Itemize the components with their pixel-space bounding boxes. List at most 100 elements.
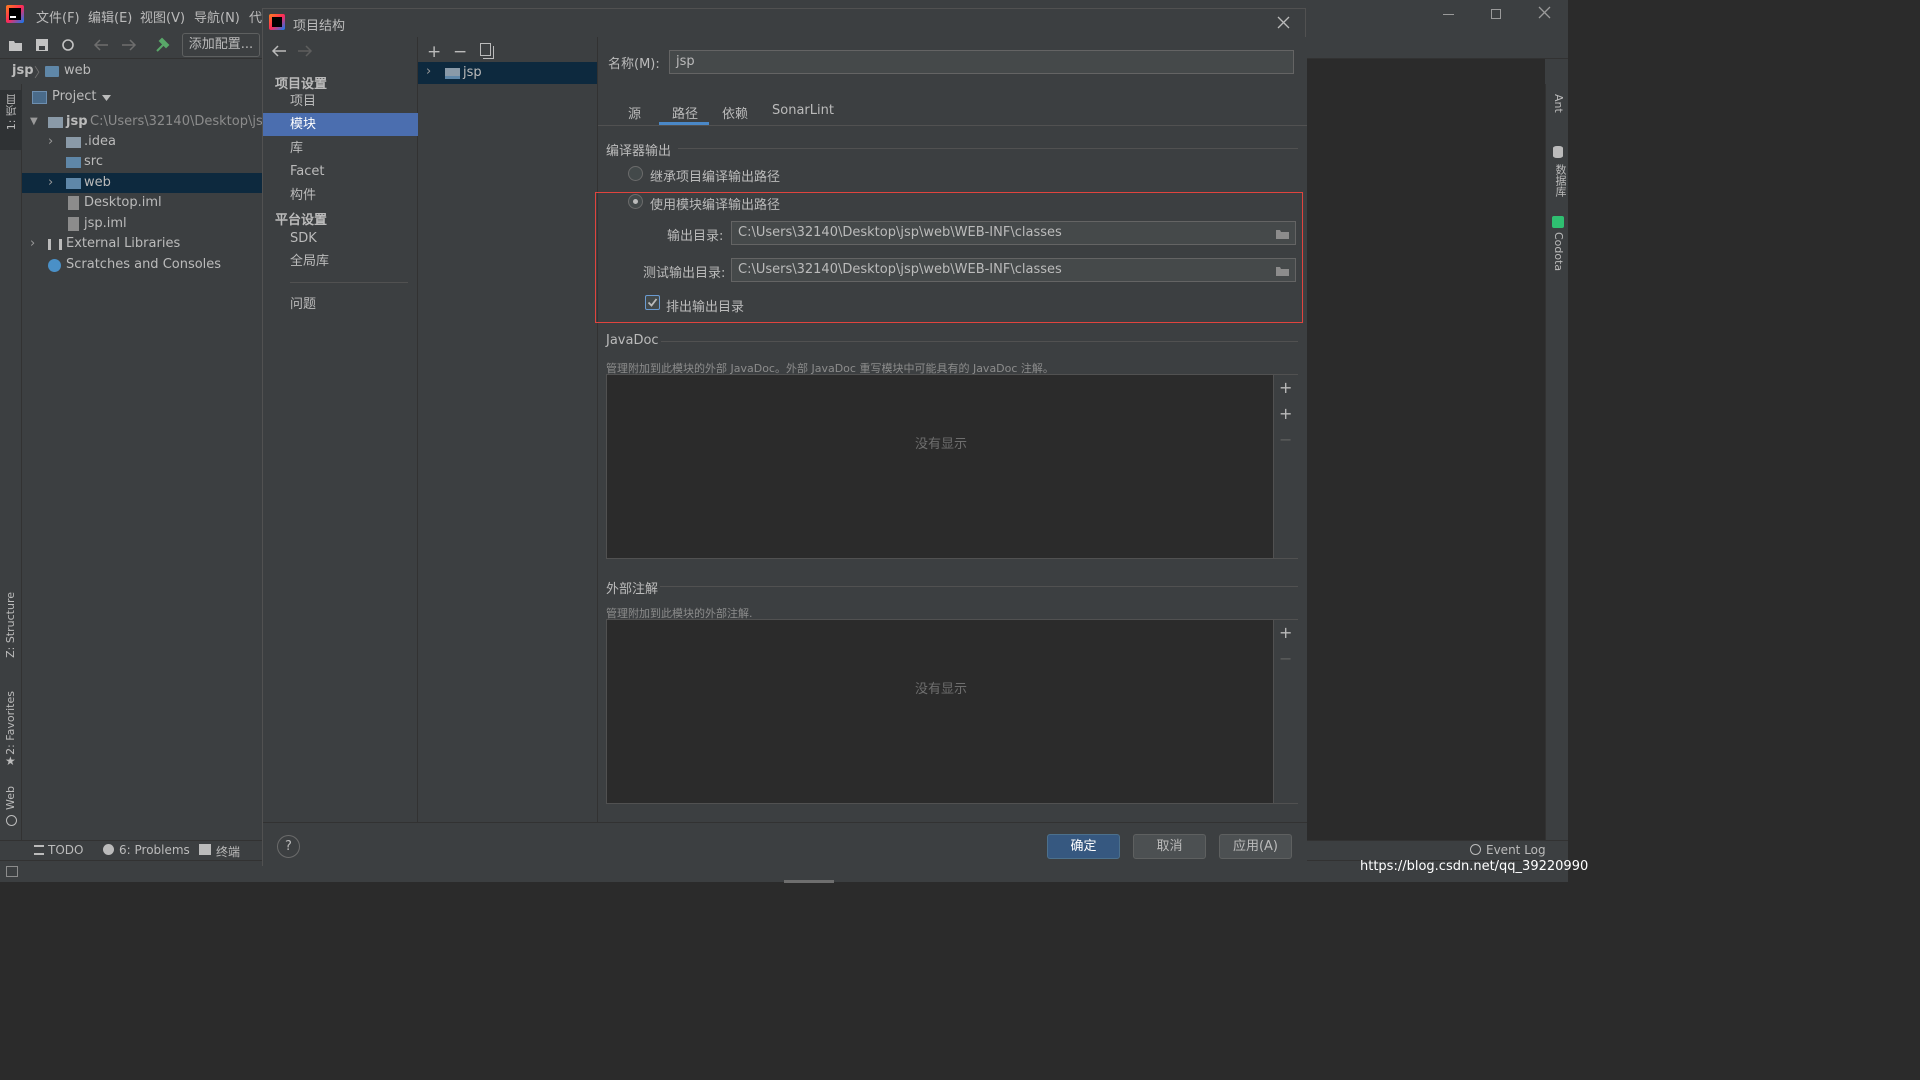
project-tool-tab[interactable]: 1: 项目 bbox=[0, 90, 22, 150]
tab-paths[interactable]: 路径 bbox=[672, 103, 698, 122]
annotations-list[interactable]: 没有显示 + − bbox=[606, 619, 1298, 804]
add-icon[interactable]: + bbox=[427, 42, 441, 62]
output-dir-field[interactable]: C:\Users\32140\Desktop\jsp\web\WEB-INF\c… bbox=[731, 221, 1296, 245]
copy-icon[interactable] bbox=[480, 43, 491, 56]
nav-item-modules[interactable]: 模块 bbox=[263, 113, 418, 136]
module-settings-panel: 名称(M): jsp 源 路径 依赖 SonarLint 编译器输出 继承项目编… bbox=[595, 37, 1307, 822]
add-configuration-button[interactable]: 添加配置... bbox=[182, 33, 260, 57]
chevron-down-icon[interactable] bbox=[102, 95, 111, 101]
tree-label: web bbox=[84, 175, 111, 190]
menu-file[interactable]: 文件(F) bbox=[36, 7, 80, 26]
menu-code[interactable]: 代 bbox=[249, 7, 262, 26]
remove-icon[interactable]: − bbox=[1279, 649, 1292, 668]
nav-item-project[interactable]: 项目 bbox=[263, 90, 418, 113]
todo-tool-tab[interactable]: TODO bbox=[48, 843, 83, 857]
use-module-output-radio[interactable] bbox=[628, 194, 643, 209]
expand-arrow-icon[interactable]: › bbox=[48, 173, 53, 193]
module-name-field[interactable]: jsp bbox=[669, 50, 1294, 74]
codota-tool-tab[interactable]: Codota bbox=[1552, 232, 1565, 271]
browse-folder-icon[interactable] bbox=[1275, 228, 1290, 240]
output-dir-label: 输出目录: bbox=[667, 229, 724, 244]
nav-forward-icon[interactable] bbox=[297, 45, 313, 57]
forward-icon[interactable] bbox=[121, 39, 137, 51]
breadcrumb-root[interactable]: jsp bbox=[12, 63, 34, 78]
nav-item-artifacts[interactable]: 构件 bbox=[263, 184, 418, 207]
iml-file-icon bbox=[68, 196, 79, 210]
tree-item-desktop-iml[interactable]: Desktop.iml bbox=[22, 193, 262, 213]
ok-button[interactable]: 确定 bbox=[1047, 834, 1120, 859]
event-log-tool-tab[interactable]: Event Log bbox=[1486, 843, 1546, 857]
back-icon[interactable] bbox=[93, 39, 109, 51]
ant-tool-tab[interactable]: Ant bbox=[1552, 94, 1565, 113]
web-tool-tab[interactable]: Web bbox=[4, 786, 17, 810]
help-button[interactable]: ? bbox=[277, 835, 300, 858]
tree-item-jsp[interactable]: ▼ jsp C:\Users\32140\Desktop\jsp bbox=[22, 112, 271, 132]
menu-navigate[interactable]: 导航(N) bbox=[194, 7, 240, 26]
layout-toggle-icon[interactable] bbox=[6, 866, 18, 877]
nav-item-facets[interactable]: Facet bbox=[263, 160, 418, 183]
breadcrumb-child[interactable]: web bbox=[64, 63, 91, 78]
cancel-button[interactable]: 取消 bbox=[1133, 834, 1206, 859]
right-tool-strip: Ant 数据库 Codota bbox=[1545, 84, 1568, 844]
database-tool-tab[interactable]: 数据库 bbox=[1552, 164, 1568, 197]
remove-icon[interactable]: − bbox=[453, 42, 467, 62]
test-output-dir-field[interactable]: C:\Users\32140\Desktop\jsp\web\WEB-INF\c… bbox=[731, 258, 1296, 282]
add-icon[interactable]: + bbox=[1279, 623, 1292, 642]
modules-list-panel: + − › jsp bbox=[418, 37, 598, 822]
tree-item-scratches[interactable]: Scratches and Consoles bbox=[22, 255, 262, 275]
add-icon[interactable]: + bbox=[1279, 404, 1292, 423]
module-folder-icon bbox=[445, 68, 460, 79]
todo-list-icon bbox=[34, 845, 44, 855]
section-divider bbox=[678, 148, 1298, 149]
project-tool-label: 1: 项目 bbox=[5, 94, 18, 131]
add-from-url-icon[interactable]: + bbox=[1279, 378, 1292, 397]
expand-arrow-icon[interactable]: ▼ bbox=[30, 112, 38, 132]
tab-dependencies[interactable]: 依赖 bbox=[722, 103, 748, 122]
project-panel: Project ▼ jsp C:\Users\32140\Desktop\jsp… bbox=[22, 84, 271, 844]
expand-arrow-icon[interactable]: › bbox=[48, 132, 53, 152]
exclude-output-checkbox[interactable] bbox=[645, 295, 660, 310]
remove-icon[interactable]: − bbox=[1279, 430, 1292, 449]
test-output-dir-value: C:\Users\32140\Desktop\jsp\web\WEB-INF\c… bbox=[738, 262, 1062, 277]
save-icon[interactable] bbox=[35, 38, 49, 52]
favorites-tool-tab[interactable]: 2: Favorites bbox=[4, 691, 17, 755]
apply-button[interactable]: 应用(A) bbox=[1219, 834, 1292, 859]
problems-tool-tab[interactable]: 6: Problems bbox=[119, 843, 190, 857]
tab-sonarlint[interactable]: SonarLint bbox=[772, 103, 834, 118]
tree-item-jsp-iml[interactable]: jsp.iml bbox=[22, 214, 262, 234]
project-view-selector[interactable]: Project bbox=[52, 89, 96, 104]
build-hammer-icon[interactable] bbox=[154, 37, 170, 53]
codota-icon bbox=[1552, 216, 1564, 228]
tree-item-idea[interactable]: › .idea bbox=[22, 132, 262, 152]
annotations-empty-text: 没有显示 bbox=[915, 682, 968, 697]
database-icon bbox=[1553, 146, 1563, 158]
minimize-icon[interactable] bbox=[1443, 14, 1454, 15]
restore-icon[interactable] bbox=[1491, 9, 1501, 19]
sync-icon[interactable] bbox=[61, 38, 75, 52]
menu-view[interactable]: 视图(V) bbox=[140, 7, 185, 26]
web-folder-icon bbox=[45, 66, 59, 77]
javadoc-list[interactable]: 没有显示 + + − bbox=[606, 374, 1298, 559]
expand-arrow-icon[interactable]: › bbox=[30, 234, 35, 254]
tab-sources[interactable]: 源 bbox=[628, 103, 641, 122]
inherit-output-radio[interactable] bbox=[628, 166, 643, 181]
tree-item-src[interactable]: src bbox=[22, 152, 262, 172]
open-folder-icon[interactable] bbox=[8, 38, 24, 52]
tree-item-web[interactable]: › web bbox=[22, 173, 262, 193]
expand-arrow-icon[interactable]: › bbox=[426, 64, 431, 79]
terminal-tool-tab[interactable]: 终端 bbox=[216, 843, 240, 860]
dialog-close-icon[interactable] bbox=[1277, 16, 1290, 29]
scratches-icon bbox=[48, 259, 61, 272]
nav-item-global-libraries[interactable]: 全局库 bbox=[263, 250, 418, 273]
nav-item-sdk[interactable]: SDK bbox=[263, 227, 418, 250]
structure-tool-tab[interactable]: Z: Structure bbox=[4, 592, 17, 658]
nav-item-problems[interactable]: 问题 bbox=[263, 293, 418, 316]
web-folder-icon bbox=[66, 178, 81, 189]
browse-folder-icon[interactable] bbox=[1275, 265, 1290, 277]
menu-edit[interactable]: 编辑(E) bbox=[88, 7, 132, 26]
module-row-jsp[interactable]: › jsp bbox=[418, 62, 597, 84]
nav-back-icon[interactable] bbox=[271, 45, 287, 57]
window-close-icon[interactable] bbox=[1538, 6, 1551, 19]
tree-item-external-libraries[interactable]: › External Libraries bbox=[22, 234, 262, 254]
nav-item-libraries[interactable]: 库 bbox=[263, 137, 418, 160]
